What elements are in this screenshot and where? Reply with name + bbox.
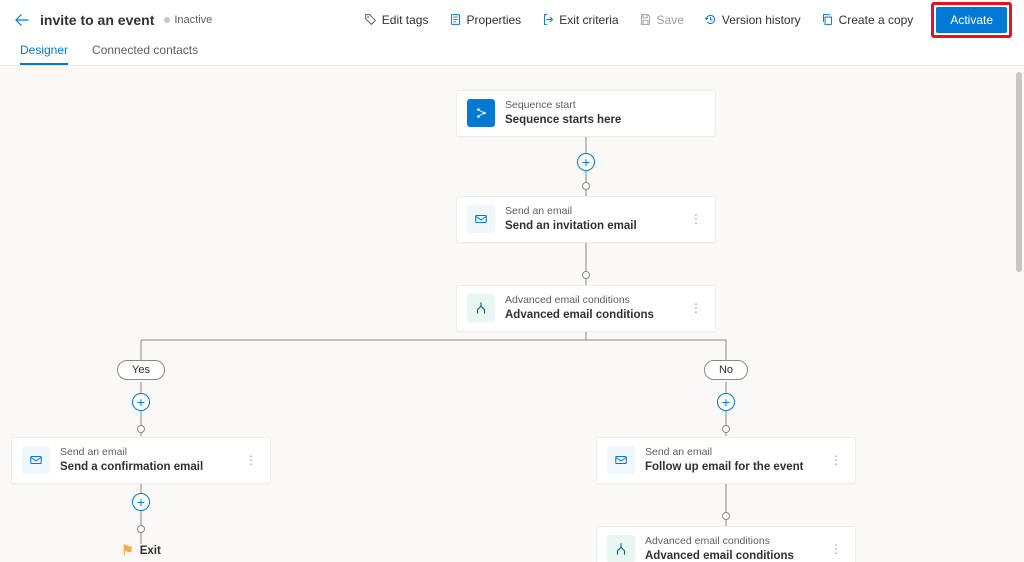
email-icon <box>607 446 635 474</box>
action-toolbar: Edit tags Properties Exit criteria Save … <box>356 2 1012 38</box>
exit-criteria-button[interactable]: Exit criteria <box>533 9 626 31</box>
flag-icon: ⚑ <box>121 542 134 559</box>
tag-icon <box>364 13 378 27</box>
add-step-button[interactable]: + <box>132 493 150 511</box>
exit-icon <box>541 13 555 27</box>
node-advanced-email-conditions[interactable]: Advanced email conditions Advanced email… <box>456 285 716 332</box>
history-icon <box>704 13 718 27</box>
back-arrow-icon[interactable] <box>12 10 32 30</box>
node-start-name: Sequence starts here <box>505 113 705 128</box>
create-copy-label: Create a copy <box>839 13 914 27</box>
node-more-button[interactable]: ⋮ <box>687 299 705 317</box>
tab-designer[interactable]: Designer <box>20 43 68 65</box>
add-step-button[interactable]: + <box>717 393 735 411</box>
node-email1-name: Send an invitation email <box>505 219 677 234</box>
node-email-no-label: Send an email <box>645 446 817 459</box>
connector-dot <box>137 525 145 533</box>
add-step-button[interactable]: + <box>577 153 595 171</box>
connector-dot <box>722 425 730 433</box>
node-email-no-name: Follow up email for the event <box>645 460 817 475</box>
top-bar: invite to an event Inactive Edit tags Pr… <box>0 0 1024 40</box>
properties-button[interactable]: Properties <box>440 9 529 31</box>
scrollbar[interactable] <box>1016 72 1022 272</box>
node-follow-up-email[interactable]: Send an email Follow up email for the ev… <box>596 437 856 484</box>
node-cond1-name: Advanced email conditions <box>505 308 677 323</box>
node-cond1-label: Advanced email conditions <box>505 294 677 307</box>
exit-label: Exit <box>140 545 161 557</box>
node-sequence-start[interactable]: Sequence start Sequence starts here <box>456 90 716 137</box>
page-title: invite to an event <box>40 12 154 28</box>
add-step-button[interactable]: + <box>132 393 150 411</box>
tab-connected-contacts[interactable]: Connected contacts <box>92 43 198 65</box>
node-email1-label: Send an email <box>505 205 677 218</box>
version-history-button[interactable]: Version history <box>696 9 809 31</box>
create-copy-button[interactable]: Create a copy <box>813 9 922 31</box>
copy-icon <box>821 13 835 27</box>
node-send-invitation-email[interactable]: Send an email Send an invitation email ⋮ <box>456 196 716 243</box>
node-advanced-email-conditions-no[interactable]: Advanced email conditions Advanced email… <box>596 526 856 562</box>
node-send-confirmation-email[interactable]: Send an email Send a confirmation email … <box>11 437 271 484</box>
email-icon <box>22 446 50 474</box>
connector-dot <box>137 425 145 433</box>
start-icon <box>467 99 495 127</box>
node-email-yes-name: Send a confirmation email <box>60 460 232 475</box>
connector-dot <box>722 512 730 520</box>
email-icon <box>467 205 495 233</box>
properties-label: Properties <box>466 13 521 27</box>
node-cond-no-label: Advanced email conditions <box>645 535 817 548</box>
properties-icon <box>448 13 462 27</box>
save-button: Save <box>631 9 692 31</box>
branch-yes-pill[interactable]: Yes <box>117 360 165 380</box>
version-history-label: Version history <box>722 13 801 27</box>
tabs: Designer Connected contacts <box>0 40 1024 66</box>
connector-dot <box>582 271 590 279</box>
node-more-button[interactable]: ⋮ <box>687 210 705 228</box>
connector-dot <box>582 182 590 190</box>
save-label: Save <box>657 13 684 27</box>
status-text: Inactive <box>174 14 212 26</box>
edit-tags-label: Edit tags <box>382 13 429 27</box>
edit-tags-button[interactable]: Edit tags <box>356 9 437 31</box>
node-email-yes-label: Send an email <box>60 446 232 459</box>
activate-highlight: Activate <box>931 2 1012 38</box>
node-exit[interactable]: ⚑ Exit <box>121 542 161 559</box>
condition-icon <box>467 294 495 322</box>
node-cond-no-name: Advanced email conditions <box>645 549 817 562</box>
exit-criteria-label: Exit criteria <box>559 13 618 27</box>
save-icon <box>639 13 653 27</box>
condition-icon <box>607 535 635 562</box>
branch-no-pill[interactable]: No <box>704 360 748 380</box>
node-more-button[interactable]: ⋮ <box>827 451 845 469</box>
node-start-label: Sequence start <box>505 99 705 112</box>
designer-canvas[interactable]: Sequence start Sequence starts here + Se… <box>0 66 1024 562</box>
activate-button[interactable]: Activate <box>936 7 1007 33</box>
status-dot-icon <box>164 17 170 23</box>
node-more-button[interactable]: ⋮ <box>242 451 260 469</box>
node-more-button[interactable]: ⋮ <box>827 540 845 558</box>
